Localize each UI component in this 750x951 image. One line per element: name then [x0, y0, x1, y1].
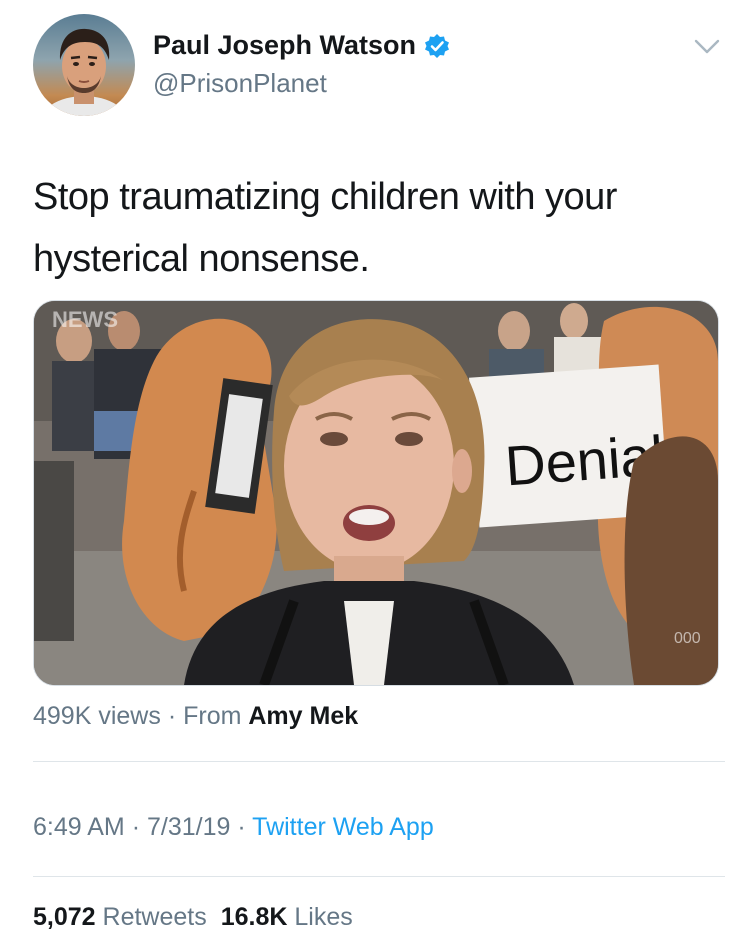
tweet-text-line-2: hysterical nonsense.: [33, 238, 370, 280]
tweet-time[interactable]: 6:49 AM: [33, 813, 125, 841]
likes-stat[interactable]: 16.8K Likes: [221, 903, 353, 931]
retweets-label: Retweets: [102, 903, 207, 931]
stats-separator: ·: [167, 702, 177, 730]
meta-separator: ·: [131, 813, 141, 841]
divider: [33, 876, 725, 877]
author-name-row[interactable]: Paul Joseph Watson: [153, 30, 450, 61]
chevron-down-icon[interactable]: [690, 34, 724, 60]
from-label: From: [183, 702, 242, 730]
likes-count: 16.8K: [220, 903, 288, 931]
divider: [33, 761, 725, 762]
video-player[interactable]: Denial NEWS 000: [33, 300, 719, 686]
author-avatar[interactable]: [33, 14, 135, 116]
from-user-link[interactable]: Amy Mek: [248, 702, 358, 730]
corner-mark: 000: [674, 630, 701, 647]
engagement-stats: 5,072 Retweets 16.8K Likes: [33, 903, 353, 932]
tweet-text: Stop traumatizing children with your hys…: [33, 166, 723, 290]
tweet-text-line-1: Stop traumatizing children with your: [33, 176, 617, 218]
verified-badge-icon: [424, 33, 450, 59]
media-stats: 499K views · From Amy Mek: [33, 702, 358, 731]
avatar-portrait: [40, 28, 128, 116]
author-display-name[interactable]: Paul Joseph Watson: [153, 30, 416, 61]
retweets-stat[interactable]: 5,072 Retweets: [33, 903, 207, 931]
tweet-meta: 6:49 AM · 7/31/19 · Twitter Web App: [33, 813, 434, 842]
author-handle[interactable]: @PrisonPlanet: [153, 68, 327, 99]
tweet-date[interactable]: 7/31/19: [147, 813, 230, 841]
meta-separator: ·: [237, 813, 246, 841]
likes-label: Likes: [294, 903, 353, 931]
video-frame: Denial NEWS 000: [34, 301, 718, 685]
retweets-count: 5,072: [33, 903, 96, 931]
tweet-source-link[interactable]: Twitter Web App: [252, 813, 434, 841]
view-count: 499K views: [33, 702, 161, 730]
news-watermark: NEWS: [52, 307, 118, 332]
